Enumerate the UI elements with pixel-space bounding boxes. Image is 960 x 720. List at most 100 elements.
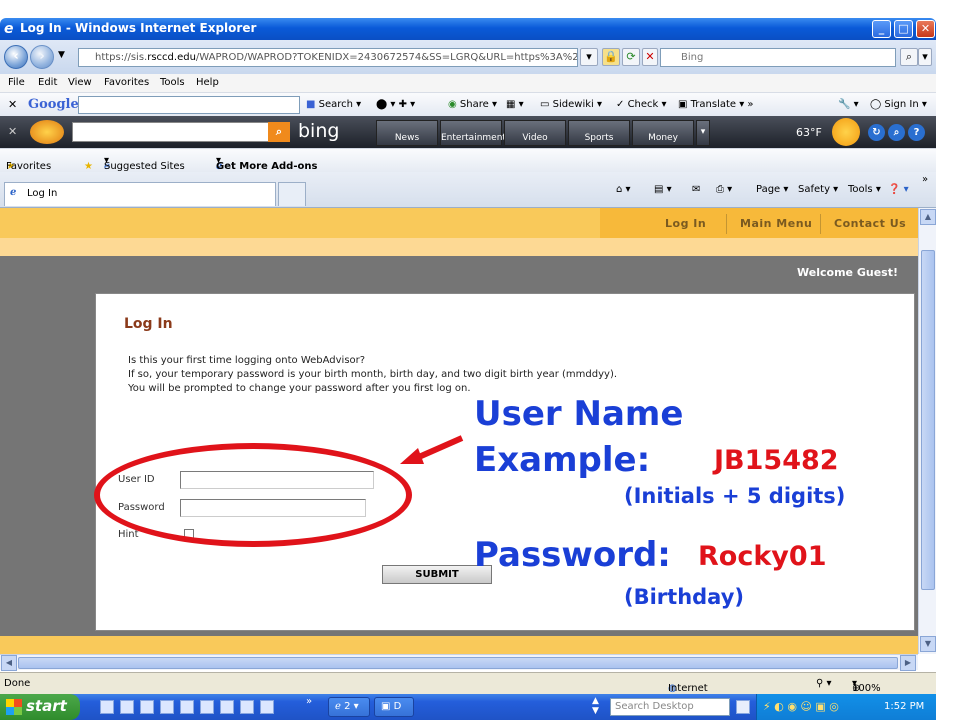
nav-main-menu[interactable]: Main Menu (740, 217, 812, 230)
forward-button[interactable]: › (30, 45, 54, 69)
horizontal-scroll-thumb[interactable] (18, 657, 898, 669)
safety-menu[interactable]: Safety ▾ (798, 184, 838, 195)
protected-mode-icon[interactable]: ⚲ ▾ (816, 678, 832, 689)
quicklaunch-app-icon[interactable] (200, 700, 214, 714)
navbar-band (0, 238, 918, 256)
print-icon[interactable]: ⎙ ▾ (716, 184, 732, 195)
menu-edit[interactable]: Edit (38, 77, 57, 88)
lock-icon[interactable]: 🔒 (602, 48, 620, 66)
bing-search-icon[interactable]: ⌕ (268, 122, 290, 142)
quicklaunch-app-icon[interactable] (180, 700, 194, 714)
taskbar-ie-group[interactable]: ℯ 2 ▾ (328, 697, 370, 717)
feeds-icon[interactable]: ▤ ▾ (654, 184, 672, 195)
history-dropdown-icon[interactable]: ▼ (58, 50, 65, 60)
annotation-password-value: Rocky01 (698, 541, 827, 572)
quicklaunch-more-icon[interactable]: » (306, 696, 312, 707)
quicklaunch-ie-icon[interactable] (120, 700, 134, 714)
tab-log-in[interactable]: ℯ Log In (4, 182, 276, 206)
google-check-button[interactable]: ✓ Check ▾ (616, 99, 667, 110)
pagerank-icon[interactable]: ▦ ▾ (506, 99, 524, 110)
quicklaunch-app-icon[interactable] (240, 700, 254, 714)
bing-bar-search-input[interactable] (72, 122, 286, 142)
weather-temperature[interactable]: 63°F (796, 126, 822, 139)
bing-more-icon[interactable]: ▾ (696, 120, 710, 146)
nav-log-in[interactable]: Log In (665, 217, 706, 230)
toolbar-close-icon[interactable]: ✕ (8, 98, 17, 111)
bing-tab-sports[interactable]: Sports (568, 120, 630, 146)
get-addons-link[interactable]: ℯ Get More Add-ons ▾ (216, 155, 317, 172)
desktop-search-icon[interactable] (736, 700, 750, 714)
taskbar-doc-task[interactable]: ▣ D (374, 697, 414, 717)
bing-tab-news[interactable]: News (376, 120, 438, 146)
minimize-button[interactable]: _ (872, 20, 891, 38)
search-options-icon[interactable]: ▾ (918, 48, 932, 66)
search-icon[interactable]: ⌕ (900, 48, 918, 66)
bing-close-icon[interactable]: ✕ (8, 125, 17, 138)
quicklaunch-word-icon[interactable] (140, 700, 154, 714)
horizontal-scrollbar[interactable]: ◀ ▶ (0, 654, 918, 671)
pointer-arrow-icon (400, 435, 464, 464)
desktop-search-input[interactable]: Search Desktop (610, 698, 730, 716)
stop-icon[interactable]: ✕ (642, 48, 658, 66)
new-tab-button[interactable] (278, 182, 306, 206)
start-button[interactable]: start (0, 694, 80, 720)
quicklaunch-outlook-icon[interactable] (160, 700, 174, 714)
info-line: If so, your temporary password is your b… (128, 369, 618, 380)
nav-separator (726, 214, 727, 234)
menu-tools[interactable]: Tools (160, 77, 185, 88)
bing-help-icon[interactable]: ? (908, 124, 925, 141)
quicklaunch-app-icon[interactable] (220, 700, 234, 714)
home-icon[interactable]: ⌂ ▾ (616, 184, 631, 195)
google-search-input[interactable] (78, 96, 300, 114)
page-menu[interactable]: Page ▾ (756, 184, 788, 195)
info-line: Is this your first time logging onto Web… (128, 355, 366, 366)
vertical-scrollbar[interactable]: ▲ ▼ (918, 208, 936, 654)
taskbar-scroll-icon[interactable]: ▲ ▼ (592, 696, 599, 716)
scroll-down-icon[interactable]: ▼ (920, 636, 936, 652)
bing-tab-video[interactable]: Video (504, 120, 566, 146)
tools-menu[interactable]: Tools ▾ (848, 184, 881, 195)
quicklaunch-excel-icon[interactable] (100, 700, 114, 714)
tray-icons[interactable]: ⚡ ◐ ◉ ☺ ▣ ◎ (763, 700, 839, 713)
wrench-icon[interactable]: 🔧 ▾ (838, 99, 859, 110)
url-path: /WAPROD/WAPROD?TOKENIDX=2430672574&SS=LG… (195, 52, 578, 63)
bing-search-round-icon[interactable]: ⌕ (888, 124, 905, 141)
address-dropdown-icon[interactable]: ▾ (580, 48, 598, 66)
google-translate-button[interactable]: ▣ Translate ▾ » (678, 99, 754, 110)
google-share-button[interactable]: ◉ Share ▾ (448, 99, 497, 110)
google-sidewiki-button[interactable]: ▭ Sidewiki ▾ (540, 99, 602, 110)
annotation-example-note: (Initials + 5 digits) (624, 484, 846, 508)
zoom-control[interactable]: ⊕ 100% ▾ (852, 678, 881, 694)
bing-tab-entertainment[interactable]: Entertainment (440, 120, 506, 146)
scroll-left-icon[interactable]: ◀ (1, 655, 17, 671)
suggested-sites-link[interactable]: ℯ Suggested Sites ▾ (104, 155, 185, 172)
bing-search-input[interactable]: Bing (660, 48, 896, 67)
address-input[interactable]: https://sis.rsccd.edu/WAPROD/WAPROD?TOKE… (78, 48, 578, 67)
favorites-bar: ★ Favorites ★ ℯ Suggested Sites ▾ ℯ Get … (0, 148, 936, 172)
bing-sync-icon[interactable]: ↻ (868, 124, 885, 141)
close-button[interactable]: ✕ (916, 20, 935, 38)
quicklaunch-app-icon[interactable] (260, 700, 274, 714)
mail-icon[interactable]: ✉ (692, 184, 700, 195)
annotation-user-name-heading: User Name (474, 394, 684, 434)
bookmarks-icon[interactable]: ⬤ ▾ ✚ ▾ (376, 99, 415, 110)
menu-favorites[interactable]: Favorites (104, 77, 149, 88)
bing-tab-money[interactable]: Money (632, 120, 694, 146)
scroll-right-icon[interactable]: ▶ (900, 655, 916, 671)
menu-file[interactable]: File (8, 77, 25, 88)
back-button[interactable]: ‹ (4, 45, 28, 69)
help-icon[interactable]: ❓ ▾ (888, 184, 909, 195)
nav-separator (820, 214, 821, 234)
share-label: Share (459, 99, 489, 110)
favorites-label: Favorites (6, 161, 52, 172)
nav-contact-us[interactable]: Contact Us (834, 217, 906, 230)
refresh-icon[interactable]: ⟳ (622, 48, 640, 66)
maximize-button[interactable]: □ (894, 20, 913, 38)
chevron-right-icon[interactable]: » (922, 174, 928, 185)
menu-view[interactable]: View (68, 77, 92, 88)
vertical-scroll-thumb[interactable] (921, 250, 935, 590)
google-signin-button[interactable]: ◯ Sign In ▾ (870, 99, 927, 110)
google-search-button[interactable]: ■ Search ▾ (306, 99, 361, 110)
scroll-up-icon[interactable]: ▲ (920, 209, 936, 225)
menu-help[interactable]: Help (196, 77, 219, 88)
